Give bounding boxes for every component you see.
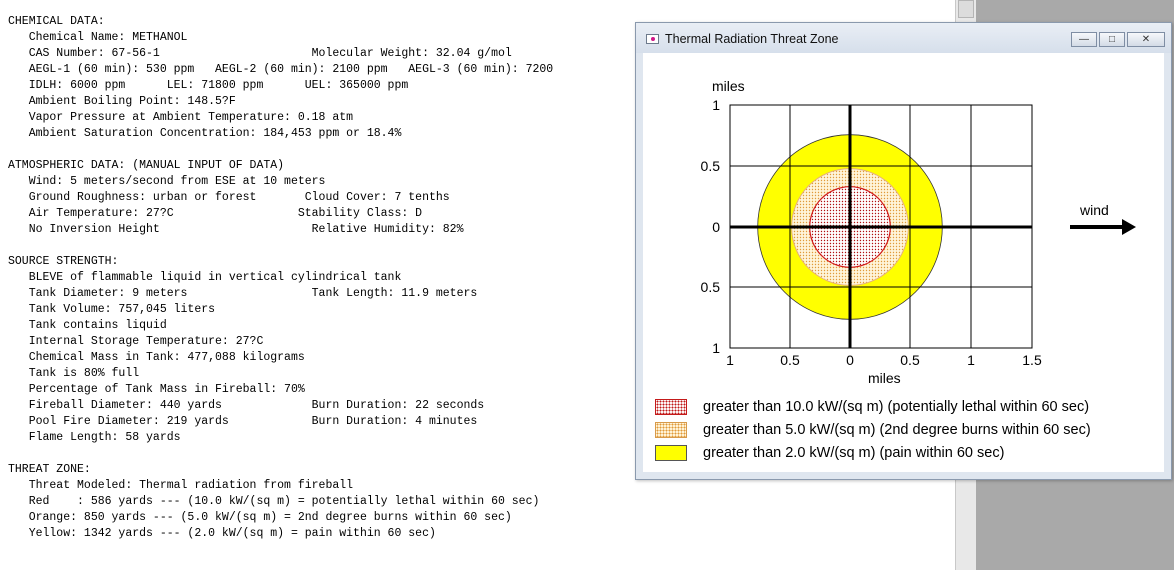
scrollbar-thumb[interactable]	[958, 0, 974, 18]
legend-swatch-orange	[655, 422, 687, 438]
report-line: Yellow: 1342 yards --- (2.0 kW/(sq m) = …	[8, 527, 436, 540]
report-line: Air Temperature: 27?C Stability Class: D	[8, 207, 423, 220]
wind-arrow-icon	[1070, 219, 1136, 235]
threat-zone-window: Thermal Radiation Threat Zone ― □ ✕ mile…	[635, 22, 1172, 480]
report-line: Tank contains liquid	[8, 319, 167, 332]
report-line: Flame Length: 58 yards	[8, 431, 181, 444]
report-line: Red : 586 yards --- (10.0 kW/(sq m) = po…	[8, 495, 540, 508]
report-line: Tank is 80% full	[8, 367, 140, 380]
report-line: Ambient Boiling Point: 148.5?F	[8, 95, 236, 108]
report-line: CAS Number: 67-56-1 Molecular Weight: 32…	[8, 47, 512, 60]
report-line: Pool Fire Diameter: 219 yards Burn Durat…	[8, 415, 478, 428]
x-tick-label: 0	[846, 352, 854, 368]
report-line: Fireball Diameter: 440 yards Burn Durati…	[8, 399, 485, 412]
y-tick-label: 0.5	[701, 279, 721, 295]
report-line: Tank Diameter: 9 meters Tank Length: 11.…	[8, 287, 478, 300]
threat-zone-plot: miles miles 1 0.5 0 0.5 1 1 0.5 0 0.5 1 1.5 wind	[701, 78, 1136, 386]
x-axis-label: miles	[868, 370, 901, 386]
x-tick-label: 0.5	[780, 352, 800, 368]
report-line: Internal Storage Temperature: 27?C	[8, 335, 264, 348]
legend-label-red: greater than 10.0 kW/(sq m) (potentially…	[703, 399, 1090, 415]
report-line: Wind: 5 meters/second from ESE at 10 met…	[8, 175, 326, 188]
legend-label-yellow: greater than 2.0 kW/(sq m) (pain within …	[703, 445, 1005, 461]
window-title: Thermal Radiation Threat Zone	[665, 32, 839, 46]
report-line: SOURCE STRENGTH:	[8, 255, 119, 268]
report-line: Chemical Name: METHANOL	[8, 31, 188, 44]
legend-swatch-red	[655, 399, 687, 415]
close-button[interactable]: ✕	[1127, 32, 1165, 47]
x-tick-label: 1.5	[1022, 352, 1042, 368]
report-line: ATMOSPHERIC DATA: (MANUAL INPUT OF DATA)	[8, 159, 285, 172]
app-icon	[646, 34, 659, 44]
x-tick-label: 0.5	[900, 352, 920, 368]
report-line: Percentage of Tank Mass in Fireball: 70%	[8, 383, 305, 396]
report-line: Orange: 850 yards --- (5.0 kW/(sq m) = 2…	[8, 511, 512, 524]
wind-label: wind	[1079, 202, 1109, 218]
y-tick-label: 1	[712, 340, 720, 356]
report-line: CHEMICAL DATA:	[8, 15, 105, 28]
report-line: Threat Modeled: Thermal radiation from f…	[8, 479, 354, 492]
report-line: AEGL-1 (60 min): 530 ppm AEGL-2 (60 min)…	[8, 63, 554, 76]
y-axis-label: miles	[712, 78, 745, 94]
legend-swatch-yellow	[655, 445, 687, 461]
x-tick-label: 1	[967, 352, 975, 368]
report-line: Tank Volume: 757,045 liters	[8, 303, 216, 316]
report-line: Chemical Mass in Tank: 477,088 kilograms	[8, 351, 305, 364]
report-line: Ambient Saturation Concentration: 184,45…	[8, 127, 402, 140]
minimize-button[interactable]: ―	[1071, 32, 1097, 47]
y-tick-label: 1	[712, 97, 720, 113]
x-tick-label: 1	[726, 352, 734, 368]
y-tick-label: 0.5	[701, 158, 721, 174]
report-line: Ground Roughness: urban or forest Cloud …	[8, 191, 450, 204]
report-line: Vapor Pressure at Ambient Temperature: 0…	[8, 111, 354, 124]
report-line: BLEVE of flammable liquid in vertical cy…	[8, 271, 402, 284]
report-line: No Inversion Height Relative Humidity: 8…	[8, 223, 464, 236]
report-line: IDLH: 6000 ppm LEL: 71800 ppm UEL: 36500…	[8, 79, 409, 92]
threat-zone-plot-area: miles miles 1 0.5 0 0.5 1 1 0.5 0 0.5 1 1.5 wind …	[643, 53, 1164, 472]
y-tick-label: 0	[712, 219, 720, 235]
maximize-button[interactable]: □	[1099, 32, 1125, 47]
window-titlebar[interactable]: Thermal Radiation Threat Zone ― □ ✕	[636, 23, 1171, 53]
report-line: THREAT ZONE:	[8, 463, 91, 476]
legend-label-orange: greater than 5.0 kW/(sq m) (2nd degree b…	[703, 422, 1091, 438]
